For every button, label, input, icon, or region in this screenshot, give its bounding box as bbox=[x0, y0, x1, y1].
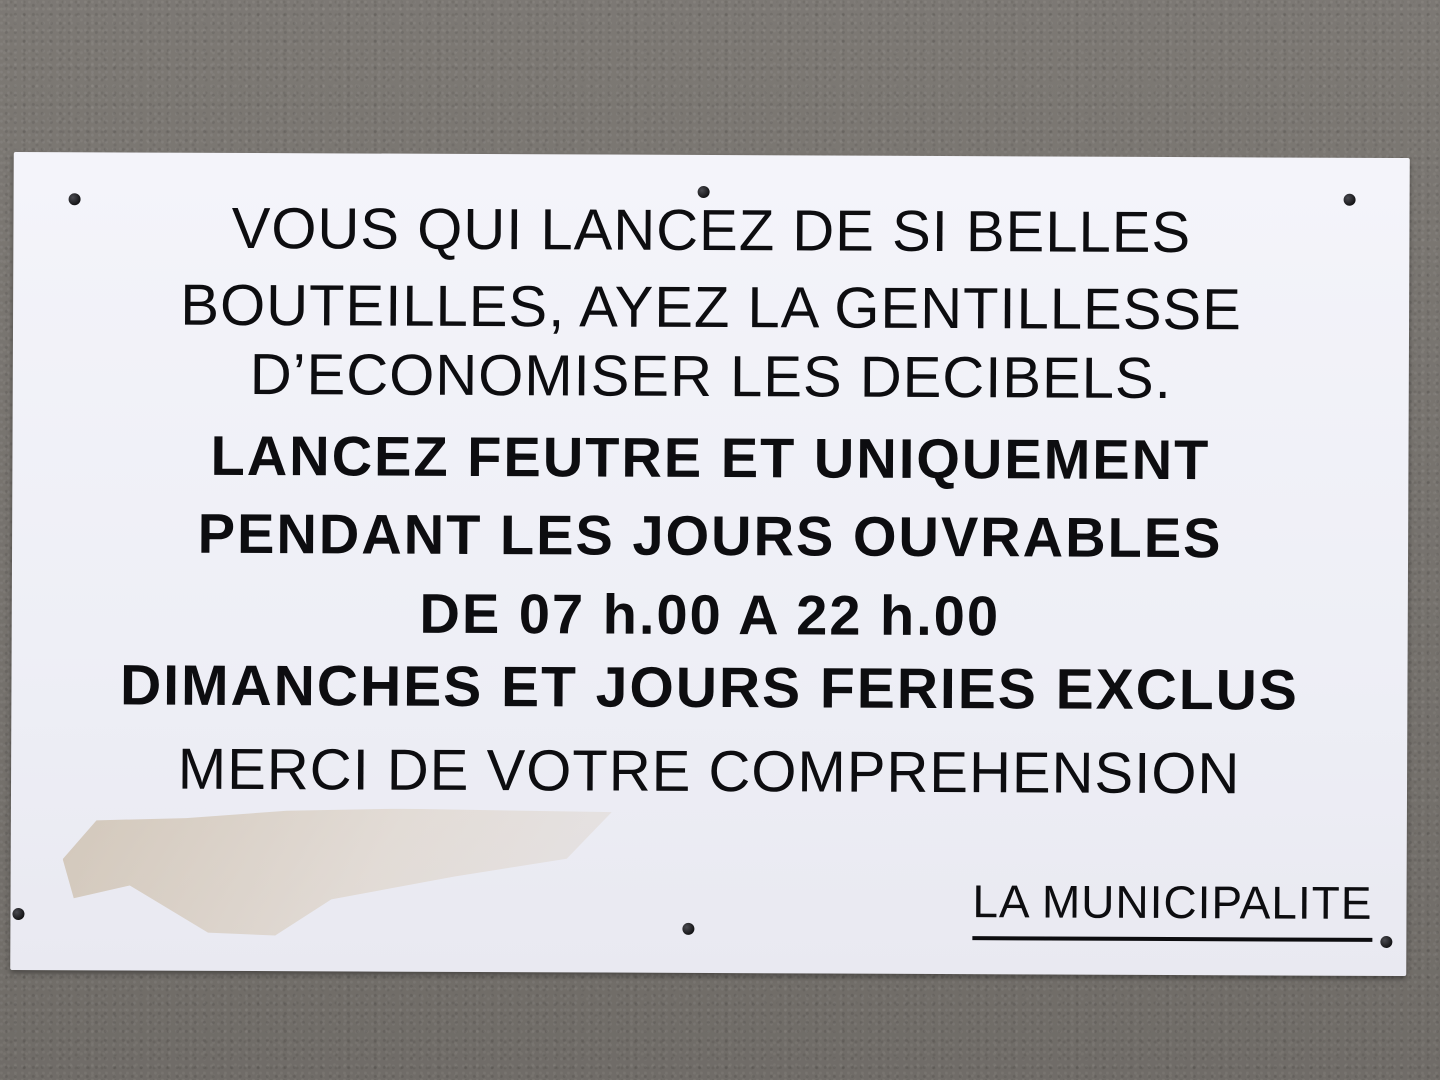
signature: LA MUNICIPALITE bbox=[972, 874, 1373, 942]
sign-line-1: VOUS QUI LANCEZ DE SI BELLES bbox=[231, 195, 1192, 266]
tape-residue bbox=[62, 807, 623, 939]
sign-line-4: LANCEZ FEUTRE ET UNIQUEMENT bbox=[210, 423, 1211, 492]
sign-line-7: DIMANCHES ET JOURS FERIES EXCLUS bbox=[119, 653, 1299, 723]
sign-line-5: PENDANT LES JOURS OUVRABLES bbox=[197, 501, 1223, 570]
screw-icon bbox=[12, 907, 25, 921]
sign-line-6: DE 07 h.00 A 22 h.00 bbox=[419, 581, 1001, 648]
municipal-sign: VOUS QUI LANCEZ DE SI BELLES BOUTEILLES,… bbox=[10, 151, 1410, 977]
sign-line-2: BOUTEILLES, AYEZ LA GENTILLESSE bbox=[180, 272, 1242, 343]
screw-icon bbox=[682, 922, 695, 935]
sign-line-8: MERCI DE VOTRE COMPREHENSION bbox=[177, 736, 1241, 807]
screw-icon bbox=[1380, 935, 1393, 948]
sign-line-3: D’ECONOMISER LES DECIBELS. bbox=[249, 341, 1172, 412]
